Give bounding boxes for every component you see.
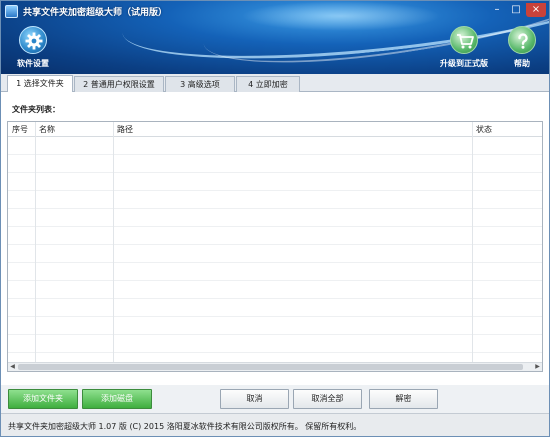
- close-button[interactable]: ×: [526, 3, 546, 17]
- cancel-all-button[interactable]: 取消全部: [293, 389, 362, 409]
- tab-select-folder[interactable]: 1 选择文件夹: [7, 75, 73, 93]
- tab-panel: 文件夹列表： 序号 名称 路径 状态 ◀ ▶: [1, 92, 549, 385]
- column-header-path[interactable]: 路径: [117, 124, 133, 135]
- tab-encrypt-now[interactable]: 4 立即加密: [236, 76, 300, 92]
- scroll-left-icon[interactable]: ◀: [8, 363, 17, 371]
- column-header-status[interactable]: 状态: [476, 124, 492, 135]
- table-body[interactable]: [8, 137, 542, 362]
- status-bar: 共享文件夹加密超级大师 1.07 版 (C) 2015 洛阳夏冰软件技术有限公司…: [1, 413, 549, 436]
- folder-list-table[interactable]: 序号 名称 路径 状态 ◀ ▶: [7, 121, 543, 372]
- add-disk-button[interactable]: 添加磁盘: [82, 389, 152, 409]
- tab-user-permissions[interactable]: 2 普通用户权限设置: [74, 76, 164, 92]
- cart-icon: [450, 26, 478, 54]
- window-title: 共享文件夹加密超级大师（试用版）: [23, 8, 168, 18]
- column-divider: [35, 122, 36, 362]
- header-banner: 共享文件夹加密超级大师（试用版） – □ × 软件设置 升级到正式版 帮助: [1, 1, 549, 74]
- app-window: 共享文件夹加密超级大师（试用版） – □ × 软件设置 升级到正式版 帮助 1 …: [0, 0, 550, 437]
- maximize-button[interactable]: □: [507, 3, 525, 17]
- cancel-button[interactable]: 取消: [220, 389, 289, 409]
- tab-advanced-options[interactable]: 3 高级选项: [165, 76, 235, 92]
- decrypt-button[interactable]: 解密: [369, 389, 438, 409]
- copyright-text: 共享文件夹加密超级大师 1.07 版 (C) 2015 洛阳夏冰软件技术有限公司…: [8, 422, 362, 431]
- upgrade-label: 升级到正式版: [440, 59, 488, 68]
- tab-bar: 1 选择文件夹 2 普通用户权限设置 3 高级选项 4 立即加密: [1, 74, 549, 93]
- column-header-name[interactable]: 名称: [39, 124, 55, 135]
- settings-button[interactable]: 软件设置: [3, 26, 63, 69]
- minimize-button[interactable]: –: [488, 3, 506, 17]
- column-divider: [472, 122, 473, 362]
- upgrade-button[interactable]: 升级到正式版: [432, 26, 496, 69]
- settings-label: 软件设置: [17, 59, 49, 68]
- app-logo-icon: [5, 5, 18, 18]
- folder-list-label: 文件夹列表：: [12, 105, 60, 114]
- add-folder-button[interactable]: 添加文件夹: [8, 389, 78, 409]
- question-icon: [508, 26, 536, 54]
- action-bar: 添加文件夹 添加磁盘 取消 取消全部 解密: [1, 385, 549, 413]
- horizontal-scrollbar[interactable]: ◀ ▶: [8, 362, 542, 371]
- help-label: 帮助: [514, 59, 530, 68]
- scroll-right-icon[interactable]: ▶: [533, 363, 542, 371]
- scrollbar-thumb[interactable]: [18, 364, 523, 370]
- title-bar[interactable]: 共享文件夹加密超级大师（试用版） – □ ×: [1, 1, 549, 23]
- gear-icon: [19, 26, 47, 54]
- column-divider: [113, 122, 114, 362]
- table-header: 序号 名称 路径 状态: [8, 122, 542, 137]
- help-button[interactable]: 帮助: [492, 26, 549, 69]
- column-header-index[interactable]: 序号: [12, 124, 28, 135]
